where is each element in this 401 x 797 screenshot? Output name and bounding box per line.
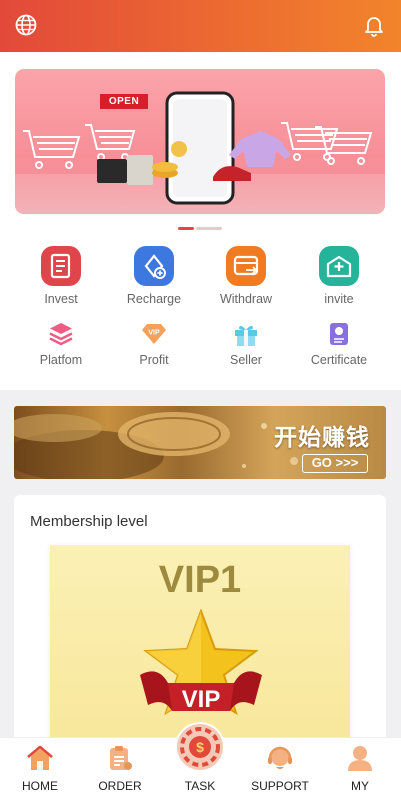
svg-text:VIP: VIP	[148, 330, 160, 337]
shopping-illustration	[23, 91, 373, 205]
go-button[interactable]: GO >>>	[302, 454, 368, 473]
gift-icon	[235, 325, 257, 346]
task-icon: $	[177, 724, 223, 770]
promo-title: 开始赚钱	[274, 424, 370, 450]
quick-action-invite[interactable]: invite	[294, 246, 384, 306]
tab-label: SUPPORT	[251, 779, 309, 793]
quick-action-label: invite	[324, 292, 354, 306]
tab-label: ORDER	[98, 779, 142, 793]
carousel-dot[interactable]	[196, 227, 222, 230]
tab-label: HOME	[22, 779, 58, 793]
profit-vip-icon: VIP	[142, 324, 166, 344]
quick-action-seller[interactable]: Seller	[201, 321, 291, 367]
quick-action-platform[interactable]: Platfom	[16, 321, 106, 367]
quick-action-profit[interactable]: VIP Profit	[109, 321, 199, 367]
membership-card: Membership level VIP1 VIP	[14, 495, 386, 755]
quick-action-label: Invest	[44, 292, 78, 306]
certificate-icon	[330, 323, 348, 345]
carousel-indicator	[0, 227, 401, 231]
order-icon	[110, 746, 132, 770]
quick-action-label: Withdraw	[219, 292, 273, 306]
top-bar	[0, 0, 401, 52]
quick-action-label: Platfom	[39, 353, 83, 367]
quick-action-recharge[interactable]: Recharge	[109, 246, 199, 306]
tab-label: TASK	[184, 779, 216, 793]
home-icon	[27, 745, 53, 770]
recharge-icon	[134, 246, 174, 286]
invite-icon	[319, 246, 359, 286]
platform-icon	[49, 323, 73, 346]
invest-icon	[41, 246, 81, 286]
withdraw-icon	[226, 246, 266, 286]
promo-banner[interactable]: 开始赚钱 GO >>>	[14, 406, 386, 479]
bell-icon[interactable]	[362, 13, 386, 37]
quick-action-label: Recharge	[126, 292, 182, 306]
quick-action-label: Profit	[139, 353, 169, 367]
vip-badge-text: VIP	[182, 686, 221, 713]
quick-action-label: Certificate	[310, 353, 368, 367]
membership-title: Membership level	[30, 513, 148, 530]
task-button[interactable]: $	[175, 722, 225, 772]
quick-action-certificate[interactable]: Certificate	[294, 321, 384, 367]
vip-level-text: VIP1	[158, 559, 242, 601]
banner-carousel[interactable]: OPEN	[15, 69, 385, 214]
tab-label: MY	[351, 779, 369, 793]
quick-action-withdraw[interactable]: Withdraw	[201, 246, 291, 306]
carousel-dot-active[interactable]	[178, 227, 194, 230]
user-icon	[348, 746, 372, 771]
vip-star-badge-icon: VIP	[140, 609, 262, 716]
quick-action-invest[interactable]: Invest	[16, 246, 106, 306]
svg-text:$: $	[196, 739, 204, 755]
globe-icon[interactable]	[14, 13, 38, 37]
quick-action-label: Seller	[230, 353, 262, 367]
support-icon	[268, 746, 292, 769]
